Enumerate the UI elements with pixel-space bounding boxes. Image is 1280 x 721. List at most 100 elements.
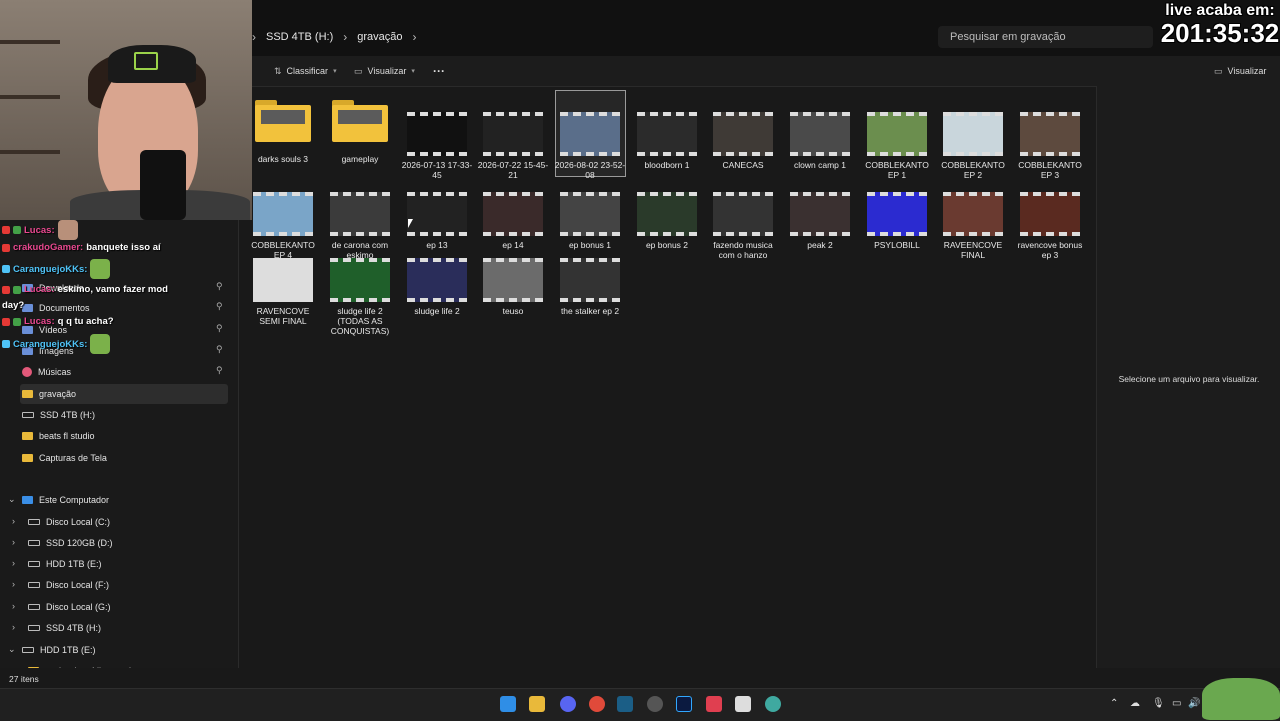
tray-expand-icon[interactable]: ⌃ [1110, 698, 1118, 709]
app-icon[interactable] [735, 696, 751, 712]
fl-icon[interactable] [706, 696, 722, 712]
sidebar-item[interactable]: gravação [20, 384, 228, 404]
folder-icon [255, 100, 311, 142]
view-icon: ▭ [354, 65, 363, 76]
chat-username: Lucas: [24, 284, 55, 295]
video-file-item[interactable]: PSYLOBILL [861, 180, 933, 250]
video-file-item[interactable]: CANECAS [707, 100, 779, 170]
video-file-item[interactable]: COBBLEKANTO EP 2 [937, 100, 1009, 180]
chevron-right-icon[interactable]: › [12, 622, 15, 632]
breadcrumb-drive[interactable]: SSD 4TB (H:) [266, 31, 333, 43]
video-file-item[interactable]: teuso [477, 246, 549, 316]
chevron-right-icon[interactable]: › [12, 537, 15, 547]
chevron-right-icon[interactable]: › [12, 558, 15, 568]
status-bar [0, 668, 1280, 688]
video-file-item[interactable]: 2026-07-22 15-45-21 [477, 100, 549, 180]
file-name: sludge life 2 (TODAS AS CONQUISTAS) [330, 306, 390, 336]
emote-icon [90, 334, 111, 354]
frog-emote-icon [1202, 678, 1280, 720]
file-name: ep bonus 2 [645, 240, 689, 250]
video-file-item[interactable]: ep 13 [401, 180, 473, 250]
sort-button[interactable]: ⇅ Classificar ▾ [274, 64, 337, 78]
more-options-button[interactable]: ··· [433, 64, 445, 78]
video-file-item[interactable]: peak 2 [784, 180, 856, 250]
video-file-item[interactable]: bloodborn 1 [631, 100, 703, 170]
sidebar-item[interactable]: HDD 1TB (E:) [28, 554, 102, 574]
video-thumbnail [790, 112, 850, 156]
video-file-item[interactable]: 2026-07-13 17-33-45 [401, 100, 473, 180]
video-file-item[interactable]: ravencove bonus ep 3 [1014, 180, 1086, 260]
video-file-item[interactable]: the stalker ep 2 [554, 246, 626, 316]
mouse-cursor-icon [408, 219, 413, 228]
cloud-icon[interactable]: ☁ [1130, 698, 1140, 709]
video-thumbnail [943, 112, 1003, 156]
breadcrumb-overflow[interactable]: › [252, 30, 256, 44]
video-file-item[interactable]: RAVEENCOVE FINAL [937, 180, 1009, 260]
file-name: PSYLOBILL [874, 240, 920, 250]
sidebar-item[interactable]: SSD 4TB (H:) [22, 405, 95, 425]
video-file-item[interactable]: RAVENCOVE SEMI FINAL [247, 246, 319, 326]
chevron-right-icon[interactable]: › [12, 579, 15, 589]
folder-item[interactable]: darks souls 3 [247, 100, 319, 164]
sidebar-item[interactable]: beats fl studio [22, 426, 95, 446]
chevron-down-icon[interactable]: ⌄ [8, 494, 16, 505]
drive-icon [22, 647, 34, 653]
sidebar-item-label: Capturas de Tela [39, 453, 107, 463]
folder-item[interactable]: gameplay [324, 100, 396, 164]
chat-message: q q tu acha? [57, 316, 114, 327]
sidebar-item[interactable]: HDD 1TB (E:) [22, 640, 96, 660]
folder-icon [332, 100, 388, 142]
view-button[interactable]: ▭ Visualizar ▾ [354, 64, 415, 78]
video-file-item[interactable]: ep bonus 2 [631, 180, 703, 250]
video-file-item[interactable]: ep bonus 1 [554, 180, 626, 250]
sidebar-item[interactable]: Capturas de Tela [22, 448, 107, 468]
video-file-item[interactable]: 2026-08-02 23-52-08 [554, 100, 626, 180]
video-thumbnail [867, 112, 927, 156]
photoshop-icon[interactable] [676, 696, 692, 712]
chevron-right-icon[interactable]: › [12, 516, 15, 526]
sidebar-item-label: Disco Local (G:) [46, 602, 111, 612]
chat-username: crakudoGamer: [13, 242, 84, 253]
breadcrumb-folder[interactable]: gravação [357, 31, 402, 43]
chat-message: banquete isso aí [86, 242, 161, 253]
video-file-item[interactable]: fazendo musica com o hanzo [707, 180, 779, 260]
search-input[interactable]: Pesquisar em gravação [938, 26, 1153, 48]
discord-icon[interactable] [560, 696, 576, 712]
chat-line: CaranguejoKKs: [2, 259, 111, 279]
video-file-item[interactable]: sludge life 2 (TODAS AS CONQUISTAS) [324, 246, 396, 336]
chevron-down-icon[interactable]: ⌄ [8, 644, 16, 655]
globe-icon[interactable] [765, 696, 781, 712]
video-thumbnail [560, 112, 620, 156]
mic-icon[interactable]: 🎙 [1152, 698, 1165, 709]
video-file-item[interactable]: ep 14 [477, 180, 549, 250]
network-icon[interactable]: ▭ [1172, 698, 1181, 709]
sidebar-item[interactable]: Disco Local (C:) [28, 512, 110, 532]
file-name: fazendo musica com o hanzo [713, 240, 773, 260]
sidebar-item-label: gravação [39, 389, 77, 399]
video-file-item[interactable]: clown camp 1 [784, 100, 856, 170]
file-explorer-icon[interactable] [529, 696, 545, 712]
preview-pane-button[interactable]: ▭ Visualizar [1214, 64, 1266, 78]
start-icon[interactable] [500, 696, 516, 712]
steam-icon[interactable] [617, 696, 633, 712]
sidebar-item[interactable]: Disco Local (F:) [28, 575, 109, 595]
video-file-item[interactable]: sludge life 2 [401, 246, 473, 316]
badge-icon [2, 243, 10, 252]
chat-line: Lucas: eskimo, vamo fazer mod [2, 284, 168, 295]
sidebar-item[interactable]: SSD 4TB (H:) [28, 618, 101, 638]
volume-icon[interactable]: 🔊 [1188, 698, 1200, 709]
video-thumbnail [790, 192, 850, 236]
video-file-item[interactable]: COBBLEKANTO EP 1 [861, 100, 933, 180]
sidebar-item[interactable]: Disco Local (G:) [28, 597, 111, 617]
chrome-icon[interactable] [589, 696, 605, 712]
chevron-right-icon[interactable]: › [12, 601, 15, 611]
badge-icon [13, 317, 21, 326]
sidebar-item[interactable]: SSD 120GB (D:) [28, 533, 113, 553]
video-file-item[interactable]: COBBLEKANTO EP 3 [1014, 100, 1086, 180]
sidebar-item[interactable]: Este Computador [22, 490, 109, 510]
badge-icon [2, 340, 10, 348]
obs-icon[interactable] [647, 696, 663, 712]
video-thumbnail [253, 192, 313, 236]
chat-message: eskimo, vamo fazer mod [57, 284, 168, 295]
breadcrumb-trailing[interactable]: › [413, 30, 417, 44]
